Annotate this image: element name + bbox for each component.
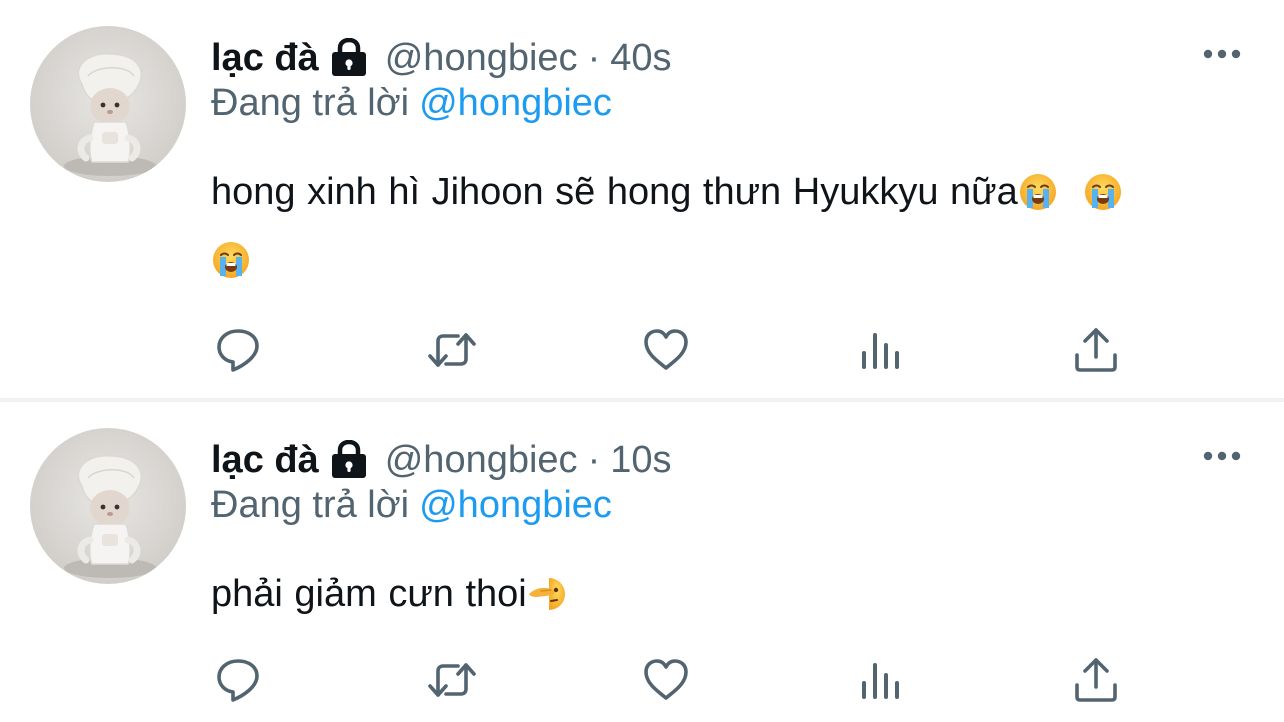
separator-dot: ·	[587, 438, 601, 481]
share-upload-icon[interactable]	[1066, 320, 1126, 380]
views-chart-icon[interactable]	[851, 320, 911, 380]
lock-icon	[329, 38, 369, 78]
replying-to-mention[interactable]: @hongbiec	[419, 82, 612, 124]
tweet-text: hong xinh hì Jihoon sẽ hong thưn Hyukkyu…	[211, 158, 1241, 294]
more-options-icon[interactable]	[1200, 42, 1244, 66]
timestamp[interactable]: 10s	[610, 439, 671, 482]
tweet-actions	[0, 320, 1284, 380]
avatar[interactable]	[30, 26, 186, 182]
tweet[interactable]: lạc đà @hongbiec · 40s Đang trả lời @hong…	[0, 0, 1284, 398]
user-handle[interactable]: @hongbiec	[385, 37, 578, 80]
tweet-actions	[0, 650, 1284, 710]
tweet-text: phải giảm cưn thoi	[211, 560, 1241, 628]
heart-icon[interactable]	[636, 650, 696, 710]
tweet-header: lạc đà @hongbiec · 10s	[211, 434, 672, 486]
replying-prefix: Đang trả lời	[211, 484, 410, 526]
replying-to-line: Đang trả lời @hongbiec	[211, 484, 612, 527]
reply-icon[interactable]	[208, 650, 268, 710]
face-peeking-emoji	[527, 574, 567, 614]
avatar[interactable]	[30, 428, 186, 584]
replying-to-line: Đang trả lời @hongbiec	[211, 82, 612, 125]
lock-icon	[329, 440, 369, 480]
timestamp[interactable]: 40s	[610, 37, 671, 80]
display-name[interactable]: lạc đà	[211, 439, 319, 482]
views-chart-icon[interactable]	[851, 650, 911, 710]
replying-to-mention[interactable]: @hongbiec	[419, 484, 612, 526]
user-handle[interactable]: @hongbiec	[385, 439, 578, 482]
tweet-text-content: phải giảm cưn thoi	[211, 573, 527, 615]
share-upload-icon[interactable]	[1066, 650, 1126, 710]
loudly-crying-face-emoji	[211, 240, 251, 280]
heart-icon[interactable]	[636, 320, 696, 380]
tweet-header: lạc đà @hongbiec · 40s	[211, 32, 672, 84]
loudly-crying-face-emoji	[1018, 172, 1058, 212]
loudly-crying-face-emoji	[1083, 172, 1123, 212]
replying-prefix: Đang trả lời	[211, 82, 410, 124]
tweet-text-content: hong xinh hì Jihoon sẽ hong thưn Hyukkyu…	[211, 171, 1018, 213]
retweet-icon[interactable]	[422, 320, 482, 380]
reply-icon[interactable]	[208, 320, 268, 380]
separator-dot: ·	[587, 36, 601, 79]
retweet-icon[interactable]	[422, 650, 482, 710]
tweet[interactable]: lạc đà @hongbiec · 10s Đang trả lời @hong…	[0, 402, 1284, 722]
more-options-icon[interactable]	[1200, 444, 1244, 468]
display-name[interactable]: lạc đà	[211, 37, 319, 80]
